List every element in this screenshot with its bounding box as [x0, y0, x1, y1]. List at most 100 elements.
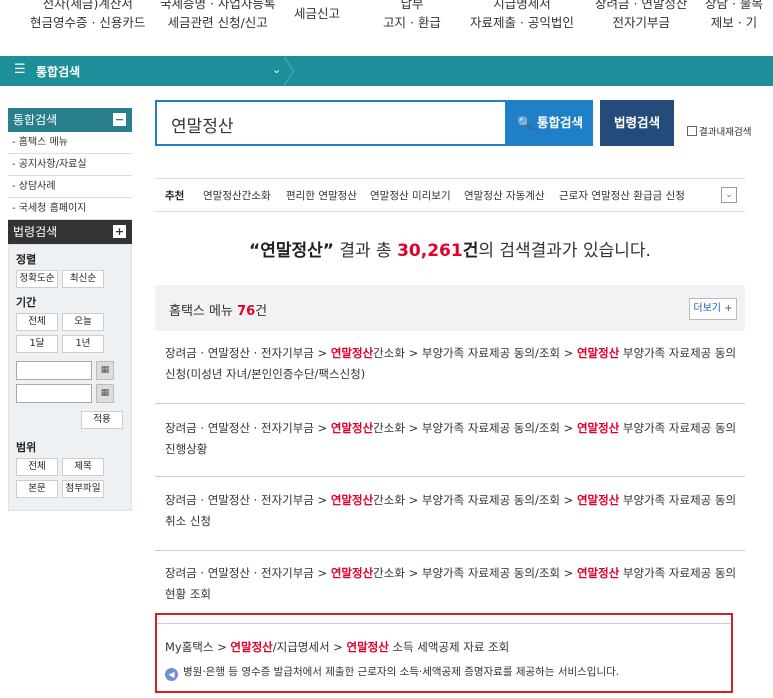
result-highlight: 연말정산	[576, 421, 620, 435]
chevron-down-icon[interactable]: ⌄	[272, 63, 281, 76]
result-highlight: 연말정산	[330, 493, 374, 507]
result-highlight: 연말정산	[576, 346, 620, 360]
result-summary: “연말정산” 결과 총 30,261건의 검색결과가 있습니다.	[155, 236, 745, 261]
sidebar-item-notices[interactable]: - 공지사항/자료실	[8, 154, 132, 176]
period-label: 기간	[16, 296, 37, 309]
summary-unit: 건	[462, 241, 479, 261]
divider	[157, 623, 731, 624]
period-1year-button[interactable]: 1년	[62, 335, 104, 353]
sidebar-header-label: 법령검색	[13, 225, 58, 239]
summary-keyword: “연말정산”	[249, 241, 334, 261]
result-item[interactable]: 장려금 · 연말정산 · 전자기부금 > 연말정산간소화 > 부양가족 자료제공…	[165, 490, 740, 532]
summary-text: 결과 총	[333, 241, 398, 261]
nav-line: 전자기부금	[612, 15, 670, 30]
section-count: 76	[237, 304, 256, 319]
nav-line: 납부	[400, 0, 424, 11]
summary-text: 의 검색결과가 있습니다.	[478, 241, 651, 261]
speaker-icon: ◀	[165, 668, 178, 681]
summary-count: 30,261	[397, 241, 463, 261]
search-query: 연말정산	[171, 117, 234, 137]
nav-tax-filing[interactable]: 세금신고	[294, 4, 340, 23]
sidebar-item-hometax-menu[interactable]: - 홈택스 메뉴	[8, 132, 132, 154]
recommend-item[interactable]: 연말정산간소화	[203, 188, 271, 203]
search-input[interactable]: 연말정산	[155, 100, 507, 146]
result-text: 장려금 · 연말정산 · 전자기부금 >	[165, 493, 331, 507]
scope-attachment-button[interactable]: 첨부파일	[62, 480, 104, 498]
recommend-item[interactable]: 연말정산 미리보기	[370, 188, 451, 203]
sidebar-item-consult-cases[interactable]: - 상담사례	[8, 176, 132, 198]
nav-line: 자료제출 · 공익법인	[470, 15, 574, 30]
scope-all-button[interactable]: 전체	[16, 458, 58, 476]
expand-icon[interactable]: +	[113, 225, 126, 238]
sidebar-item-nts-homepage[interactable]: - 국세청 홈페이지	[8, 198, 132, 220]
scope-label: 범위	[16, 441, 37, 454]
checkbox-box[interactable]	[687, 126, 697, 136]
nav-line: 세금관련 신청/신고	[167, 15, 268, 30]
nav-line: 고지 · 환급	[383, 15, 441, 30]
nav-line: 세금신고	[294, 6, 341, 21]
result-highlight: 연말정산	[576, 493, 620, 507]
recommended-keywords: 추천 연말정산간소화 편리한 연말정산 연말정산 미리보기 연말정산 자동계산 …	[155, 178, 745, 212]
result-text: 소득 세액공제 자료 조회	[388, 640, 510, 654]
result-path[interactable]: My홈택스 > 연말정산/지급명세서 > 연말정산 소득 세액공제 자료 조회	[165, 639, 509, 655]
breadcrumb-bar: ☰ 통합검색 ⌄	[0, 56, 773, 86]
nav-line: 상담 · 불복	[705, 0, 763, 11]
result-item[interactable]: 장려금 · 연말정산 · 전자기부금 > 연말정산간소화 > 부양가족 자료제공…	[165, 563, 740, 605]
search-within-checkbox[interactable]: 결과내재검색	[687, 124, 751, 138]
period-1month-button[interactable]: 1달	[16, 335, 58, 353]
nav-e-invoice[interactable]: 전자(세금)계산서현금영수증 · 신용카드	[30, 0, 145, 32]
section-unit: 건	[255, 304, 268, 319]
breadcrumb-separator-inner	[283, 56, 293, 86]
scope-body-button[interactable]: 본문	[16, 480, 58, 498]
sidebar-integrated-header[interactable]: 통합검색 −	[8, 108, 132, 132]
result-text: 장려금 · 연말정산 · 전자기부금 >	[165, 421, 331, 435]
sidebar-law-header[interactable]: 법령검색 +	[8, 220, 132, 244]
sort-latest-button[interactable]: 최신순	[62, 270, 104, 288]
recommend-item[interactable]: 근로자 연말정산 환급금 신청	[559, 188, 685, 203]
result-highlight: 연말정산	[230, 640, 273, 654]
highlighted-result[interactable]: My홈택스 > 연말정산/지급명세서 > 연말정산 소득 세액공제 자료 조회 …	[155, 613, 733, 693]
period-today-button[interactable]: 오늘	[62, 313, 104, 331]
nav-consult[interactable]: 상담 · 불복제보 · 기	[705, 0, 763, 32]
recommend-label: 추천	[165, 190, 185, 202]
description-text: 병원·은행 등 영수증 발급처에서 제출한 근로자의 소득·세액공제 증명자료를…	[183, 666, 620, 678]
divider	[155, 550, 745, 551]
divider	[155, 476, 745, 477]
integrated-search-button[interactable]: 🔍 통합검색	[507, 100, 593, 146]
sort-label: 정렬	[16, 253, 37, 266]
nav-incentives[interactable]: 장려금 · 연말정산 전자기부금	[595, 0, 687, 32]
recommend-item[interactable]: 연말정산 자동계산	[464, 188, 545, 203]
chevron-down-icon[interactable]: ⌄	[721, 187, 737, 203]
nav-line: 지급명세서	[493, 0, 551, 11]
law-search-button[interactable]: 법령검색	[600, 100, 674, 146]
result-item[interactable]: 장려금 · 연말정산 · 전자기부금 > 연말정산간소화 > 부양가족 자료제공…	[165, 343, 740, 385]
calendar-icon[interactable]: ▦	[96, 361, 114, 380]
section-title: 홈택스 메뉴 76건	[169, 300, 267, 319]
sort-accuracy-button[interactable]: 정확도순	[16, 270, 58, 288]
result-highlight: 연말정산	[330, 566, 374, 580]
sidebar: 통합검색 − - 홈택스 메뉴 - 공지사항/자료실 - 상담사례 - 국세청 홈…	[8, 108, 132, 511]
result-text: /지급명세서 >	[272, 640, 347, 654]
nav-statements[interactable]: 지급명세서자료제출 · 공익법인	[470, 0, 574, 32]
period-all-button[interactable]: 전체	[16, 313, 58, 331]
result-highlight: 연말정산	[346, 640, 389, 654]
section-title-text: 홈택스 메뉴	[169, 304, 238, 319]
end-date-input[interactable]	[16, 384, 92, 403]
more-button[interactable]: 더보기 +	[689, 298, 737, 320]
checkbox-label: 결과내재검색	[699, 127, 752, 138]
result-text: 간소화 > 부양가족 자료제공 동의/조회 >	[373, 421, 577, 435]
result-item[interactable]: 장려금 · 연말정산 · 전자기부금 > 연말정산간소화 > 부양가족 자료제공…	[165, 418, 740, 460]
calendar-icon[interactable]: ▦	[96, 384, 114, 403]
start-date-input[interactable]	[16, 361, 92, 380]
recommend-item[interactable]: 편리한 연말정산	[286, 188, 357, 203]
scope-title-button[interactable]: 제목	[62, 458, 104, 476]
nav-line: 전자(세금)계산서	[42, 0, 133, 11]
apply-button[interactable]: 적용	[81, 411, 123, 429]
menu-icon[interactable]: ☰	[14, 62, 26, 77]
nav-line: 제보 · 기	[710, 15, 758, 30]
nav-payment[interactable]: 납부고지 · 환급	[383, 0, 441, 32]
nav-certificates[interactable]: 국세증명 · 사업자등록 세금관련 신청/신고	[160, 0, 275, 32]
collapse-icon[interactable]: −	[113, 113, 126, 126]
nav-line: 현금영수증 · 신용카드	[30, 15, 146, 30]
breadcrumb-label[interactable]: 통합검색	[36, 63, 80, 80]
